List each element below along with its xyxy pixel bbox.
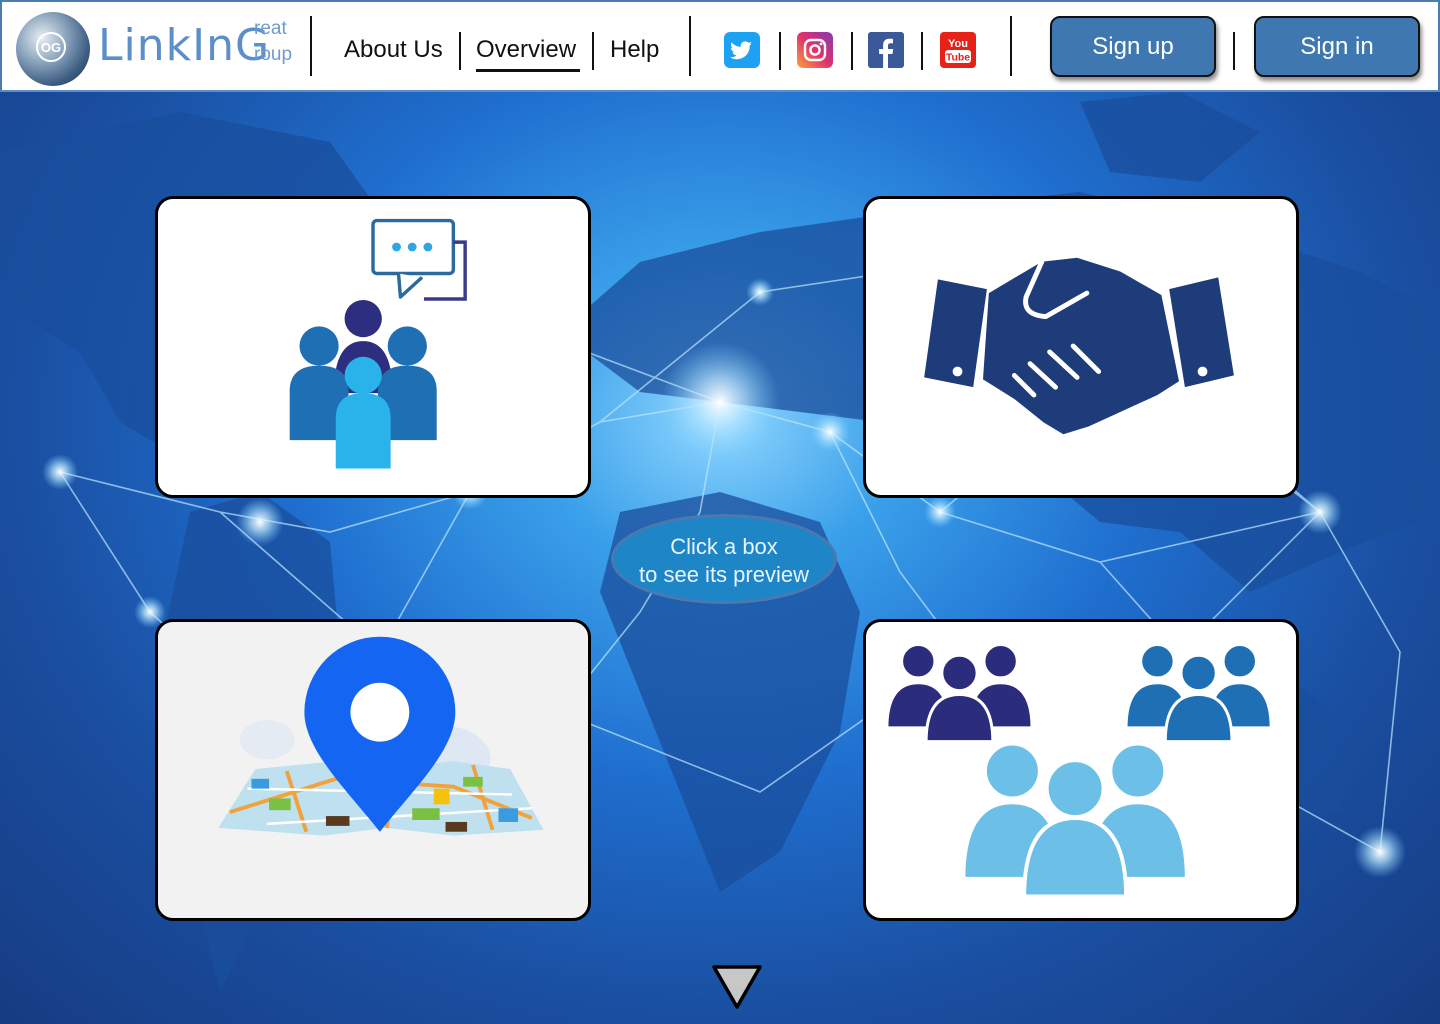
- nav-help[interactable]: Help: [610, 36, 659, 64]
- hint-line-2: to see its preview: [639, 562, 809, 587]
- handshake-icon: [924, 257, 1234, 435]
- map-location-icon: [218, 636, 544, 836]
- divider: [1233, 32, 1235, 70]
- divider: [459, 32, 461, 70]
- handshake-card[interactable]: [863, 196, 1299, 498]
- divider: [851, 32, 853, 70]
- divider: [310, 16, 312, 76]
- logo-wordmark: LinkInG: [98, 20, 271, 71]
- divider: [779, 32, 781, 70]
- group-chat-icon: [289, 218, 467, 469]
- twitter-icon[interactable]: [724, 32, 760, 68]
- site-logo[interactable]: OG LinkInG reat roup: [16, 10, 306, 86]
- nav-overview[interactable]: Overview: [476, 36, 581, 72]
- divider: [921, 32, 923, 70]
- divider: [592, 32, 594, 70]
- teams-card[interactable]: [863, 619, 1299, 921]
- divider: [1010, 16, 1012, 76]
- hint-line-1: Click a box: [670, 534, 778, 559]
- teams-icon: [885, 643, 1273, 899]
- group-chat-card[interactable]: [155, 196, 591, 498]
- map-location-card[interactable]: [155, 619, 591, 921]
- globe-icon: OG: [16, 12, 90, 86]
- facebook-icon[interactable]: [868, 32, 904, 68]
- sign-in-button[interactable]: Sign in: [1254, 16, 1420, 77]
- youtube-icon[interactable]: You Tube: [940, 32, 976, 68]
- logo-badge: OG: [36, 32, 66, 62]
- instagram-icon[interactable]: [797, 32, 833, 68]
- sign-up-button[interactable]: Sign up: [1050, 16, 1216, 77]
- top-header: OG LinkInG reat roup About Us Overview H…: [0, 0, 1440, 92]
- youtube-text-top: You: [948, 38, 968, 50]
- preview-hint-bubble: Click a box to see its preview: [611, 514, 837, 604]
- youtube-text-bottom: Tube: [946, 52, 970, 64]
- logo-sub-bottom: roup: [254, 44, 293, 65]
- divider: [689, 16, 691, 76]
- logo-sub-top: reat: [254, 18, 287, 39]
- nav-about-us[interactable]: About Us: [344, 36, 443, 64]
- triangle-down-icon[interactable]: [711, 964, 763, 1010]
